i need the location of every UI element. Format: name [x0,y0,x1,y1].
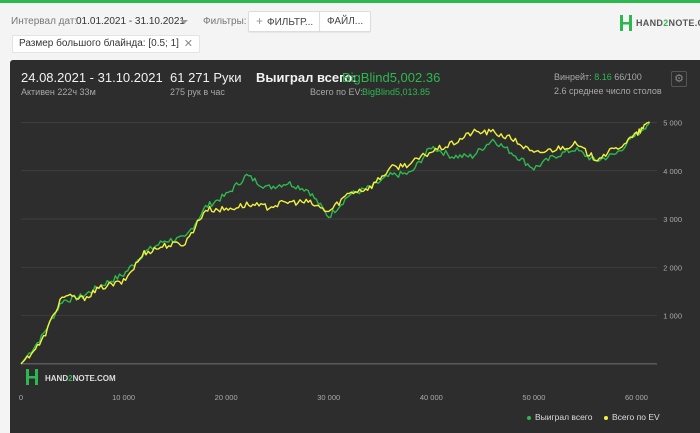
y-tick-label: 4 000 [663,167,682,176]
x-tick-label: 10 000 [112,393,135,402]
legend-won-swatch [527,415,531,420]
x-tick-label: 0 [19,393,23,402]
hand2note-watermark-icon [26,369,38,385]
y-tick-label: 5 000 [663,118,682,127]
chart-grid [21,122,657,316]
series-won-line [20,122,651,365]
winnings-chart: 1 000 2 000 3 000 4 000 5 000 0 10 000 20 000 3… [19,118,682,402]
legend-ev: Всего по EV [604,412,660,422]
y-tick-label: 2 000 [663,263,682,272]
x-tick-label: 30 000 [317,393,340,402]
y-tick-label: 3 000 [663,215,682,224]
chart-series [20,121,651,365]
x-tick-label: 20 000 [215,393,238,402]
x-tick-label: 60 000 [625,393,648,402]
legend-ev-swatch [604,415,608,420]
x-tick-label: 50 000 [522,393,545,402]
legend-won: Выиграл всего [527,412,592,422]
y-tick-label: 1 000 [663,312,682,321]
x-tick-label: 40 000 [420,393,443,402]
watermark-logo: HAND2NOTE.COM [25,369,116,385]
x-axis-ticks: 0 10 000 20 000 30 000 40 000 50 000 60 000 [19,393,648,402]
y-axis-ticks: 1 000 2 000 3 000 4 000 5 000 [663,118,682,320]
